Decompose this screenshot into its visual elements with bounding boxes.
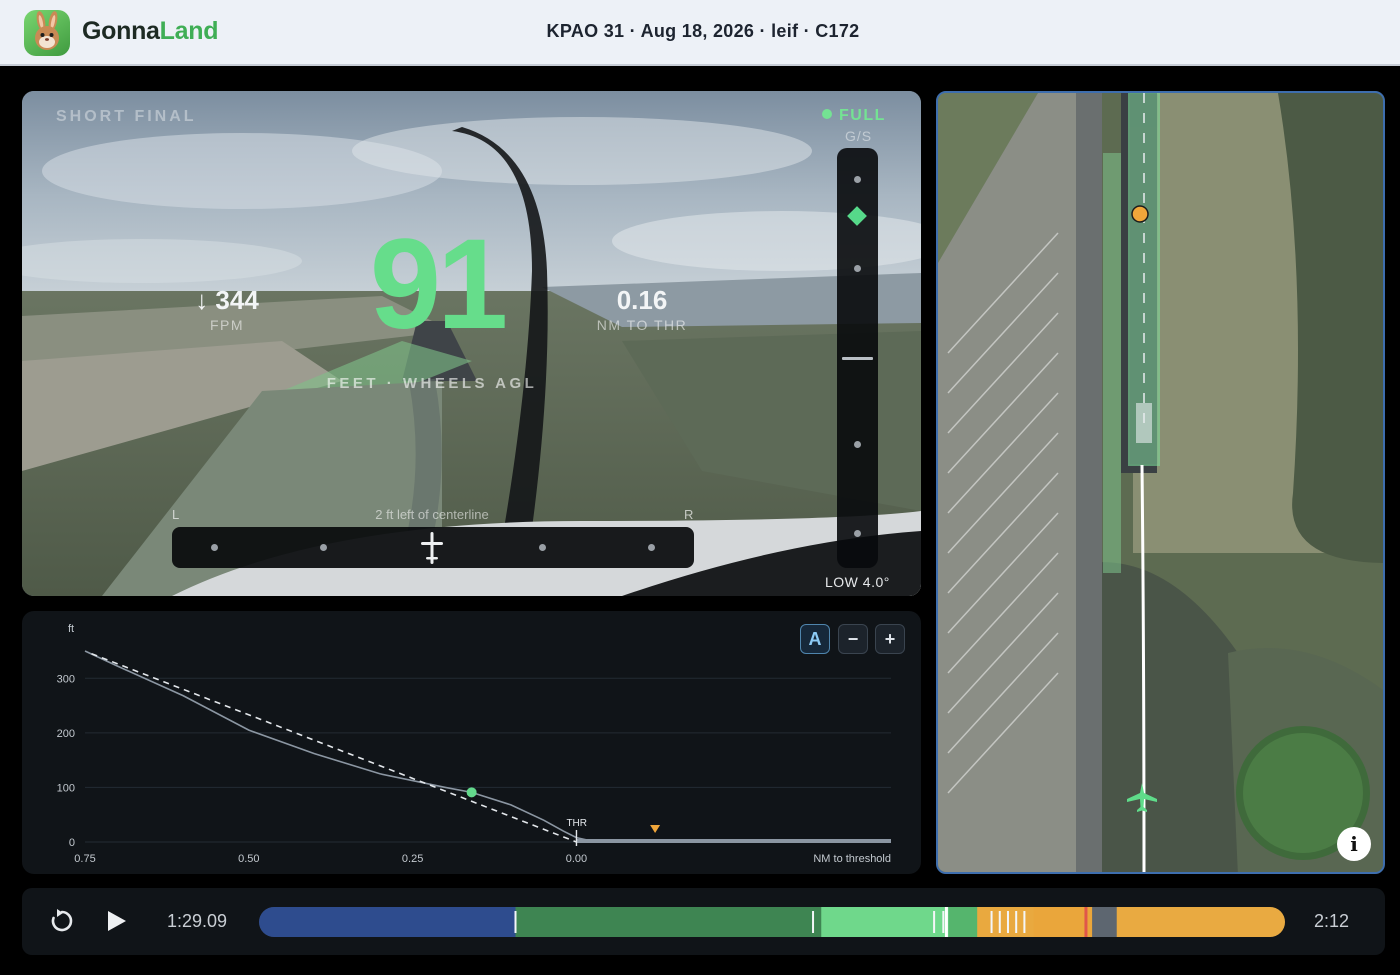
play-icon[interactable]: [106, 908, 128, 934]
timeline-phase-segment: [259, 907, 516, 937]
camera-view: SHORT FINAL FULL G/S LOW 4.0° 91 FEET · …: [22, 91, 921, 596]
lateral-scale-dot: [539, 544, 546, 551]
lateral-left-label: L: [172, 507, 180, 522]
gs-scale-dot: [854, 441, 861, 448]
timeline-event-tick: [1006, 911, 1009, 933]
vertical-speed-label: FPM: [209, 317, 245, 333]
threshold-label: THR: [566, 818, 587, 829]
timeline-event-tick: [1023, 911, 1026, 933]
glideslope-diamond-icon: [847, 206, 867, 226]
x-axis-label: NM to threshold: [813, 853, 891, 865]
timeline-phase-segment: [1033, 907, 1093, 937]
lateral-right-label: R: [684, 507, 694, 522]
timeline-scrubber[interactable]: [259, 907, 1285, 937]
gs-center-line: [842, 357, 873, 360]
timeline-phase-segment: [515, 907, 822, 937]
current-position-point: [466, 787, 477, 798]
glideslope-label: G/S: [845, 128, 873, 144]
timeline-event-tick: [1015, 911, 1018, 933]
info-button[interactable]: i: [1337, 827, 1371, 861]
timeline-segments: [259, 907, 1285, 937]
timeline-phase-segment: [1092, 907, 1118, 937]
lateral-scale-dot: [211, 544, 218, 551]
timeline-event-tick: [933, 911, 936, 933]
end-time: 2:12: [1314, 911, 1350, 931]
agl-unit: FEET · WHEELS AGL: [326, 375, 538, 392]
flight-path-line: [84, 650, 891, 843]
agl-value: 91: [369, 213, 508, 356]
current-time: 1:29.09: [167, 911, 228, 931]
timeline-alert-tick: [1084, 907, 1088, 937]
glideslope-indicator: [837, 148, 878, 568]
aircraft-position-icon: [421, 532, 443, 564]
profile-plot: 0 100 200 300 ft 0.75 0.50 0.25 0.00 NM to thresh…: [57, 623, 891, 865]
satellite-map[interactable]: i: [936, 91, 1385, 874]
gs-scale-dot: [854, 530, 861, 537]
lateral-deviation-text: 2 ft left of centerline: [375, 507, 489, 522]
distance-label: NM TO THR: [596, 317, 688, 333]
approach-profile-chart: 0 100 200 300 ft 0.75 0.50 0.25 0.00 NM to thresh…: [22, 611, 921, 874]
playback-bar: 1:29.09 2:12: [22, 888, 1385, 955]
lateral-scale-dot: [320, 544, 327, 551]
gs-scale-dot: [854, 265, 861, 272]
distance-to-threshold: 0.16 NM TO THR: [582, 285, 702, 333]
y-tick-label: 0: [69, 837, 75, 849]
zoom-out-button[interactable]: −: [838, 624, 868, 654]
timeline-event-tick: [514, 911, 517, 933]
timeline-phase-segment: [821, 907, 949, 937]
x-tick-label: 0.75: [74, 853, 95, 865]
auto-scale-button[interactable]: A: [800, 624, 830, 654]
lateral-deviation-indicator: [172, 527, 694, 568]
glideslope-readout: LOW 4.0°: [825, 574, 890, 590]
timeline-phase-segment: [948, 907, 978, 937]
timeline-event-tick: [812, 911, 815, 933]
zoom-in-button[interactable]: +: [875, 624, 905, 654]
touchdown-target-marker: [650, 825, 661, 833]
x-tick-label: 0.25: [402, 853, 423, 865]
distance-value: 0.16: [616, 285, 668, 315]
app-header: GonnaLand KPAO 31 · Aug 18, 2026 · leif …: [0, 0, 1400, 66]
timeline-event-tick: [998, 911, 1001, 933]
timeline-playhead: [944, 907, 948, 937]
config-status: FULL: [822, 107, 886, 125]
map-image: [938, 93, 1383, 872]
session-info: KPAO 31 · Aug 18, 2026 · leif · C172: [546, 21, 860, 41]
y-tick-label: 200: [57, 728, 75, 740]
timeline-phase-segment: [977, 907, 1035, 937]
replay-icon[interactable]: [49, 908, 75, 934]
status-dot-icon: [822, 109, 832, 119]
vertical-speed: ↓ 344 FPM: [167, 285, 287, 333]
lateral-scale-dot: [648, 544, 655, 551]
config-status-label: FULL: [839, 107, 886, 124]
gs-scale-dot: [854, 176, 861, 183]
glidepath-reference-line: [91, 652, 577, 843]
timeline-event-tick: [990, 911, 993, 933]
y-tick-label: 300: [57, 673, 75, 685]
x-tick-label: 0.50: [238, 853, 259, 865]
vertical-speed-value: ↓ 344: [195, 285, 259, 315]
y-axis-label: ft: [68, 623, 74, 635]
timeline-event-tick: [942, 911, 945, 933]
timeline-phase-segment: [1116, 907, 1285, 937]
y-tick-label: 100: [57, 782, 75, 794]
flight-phase: SHORT FINAL: [56, 108, 197, 125]
x-tick-label: 0.00: [566, 853, 587, 865]
